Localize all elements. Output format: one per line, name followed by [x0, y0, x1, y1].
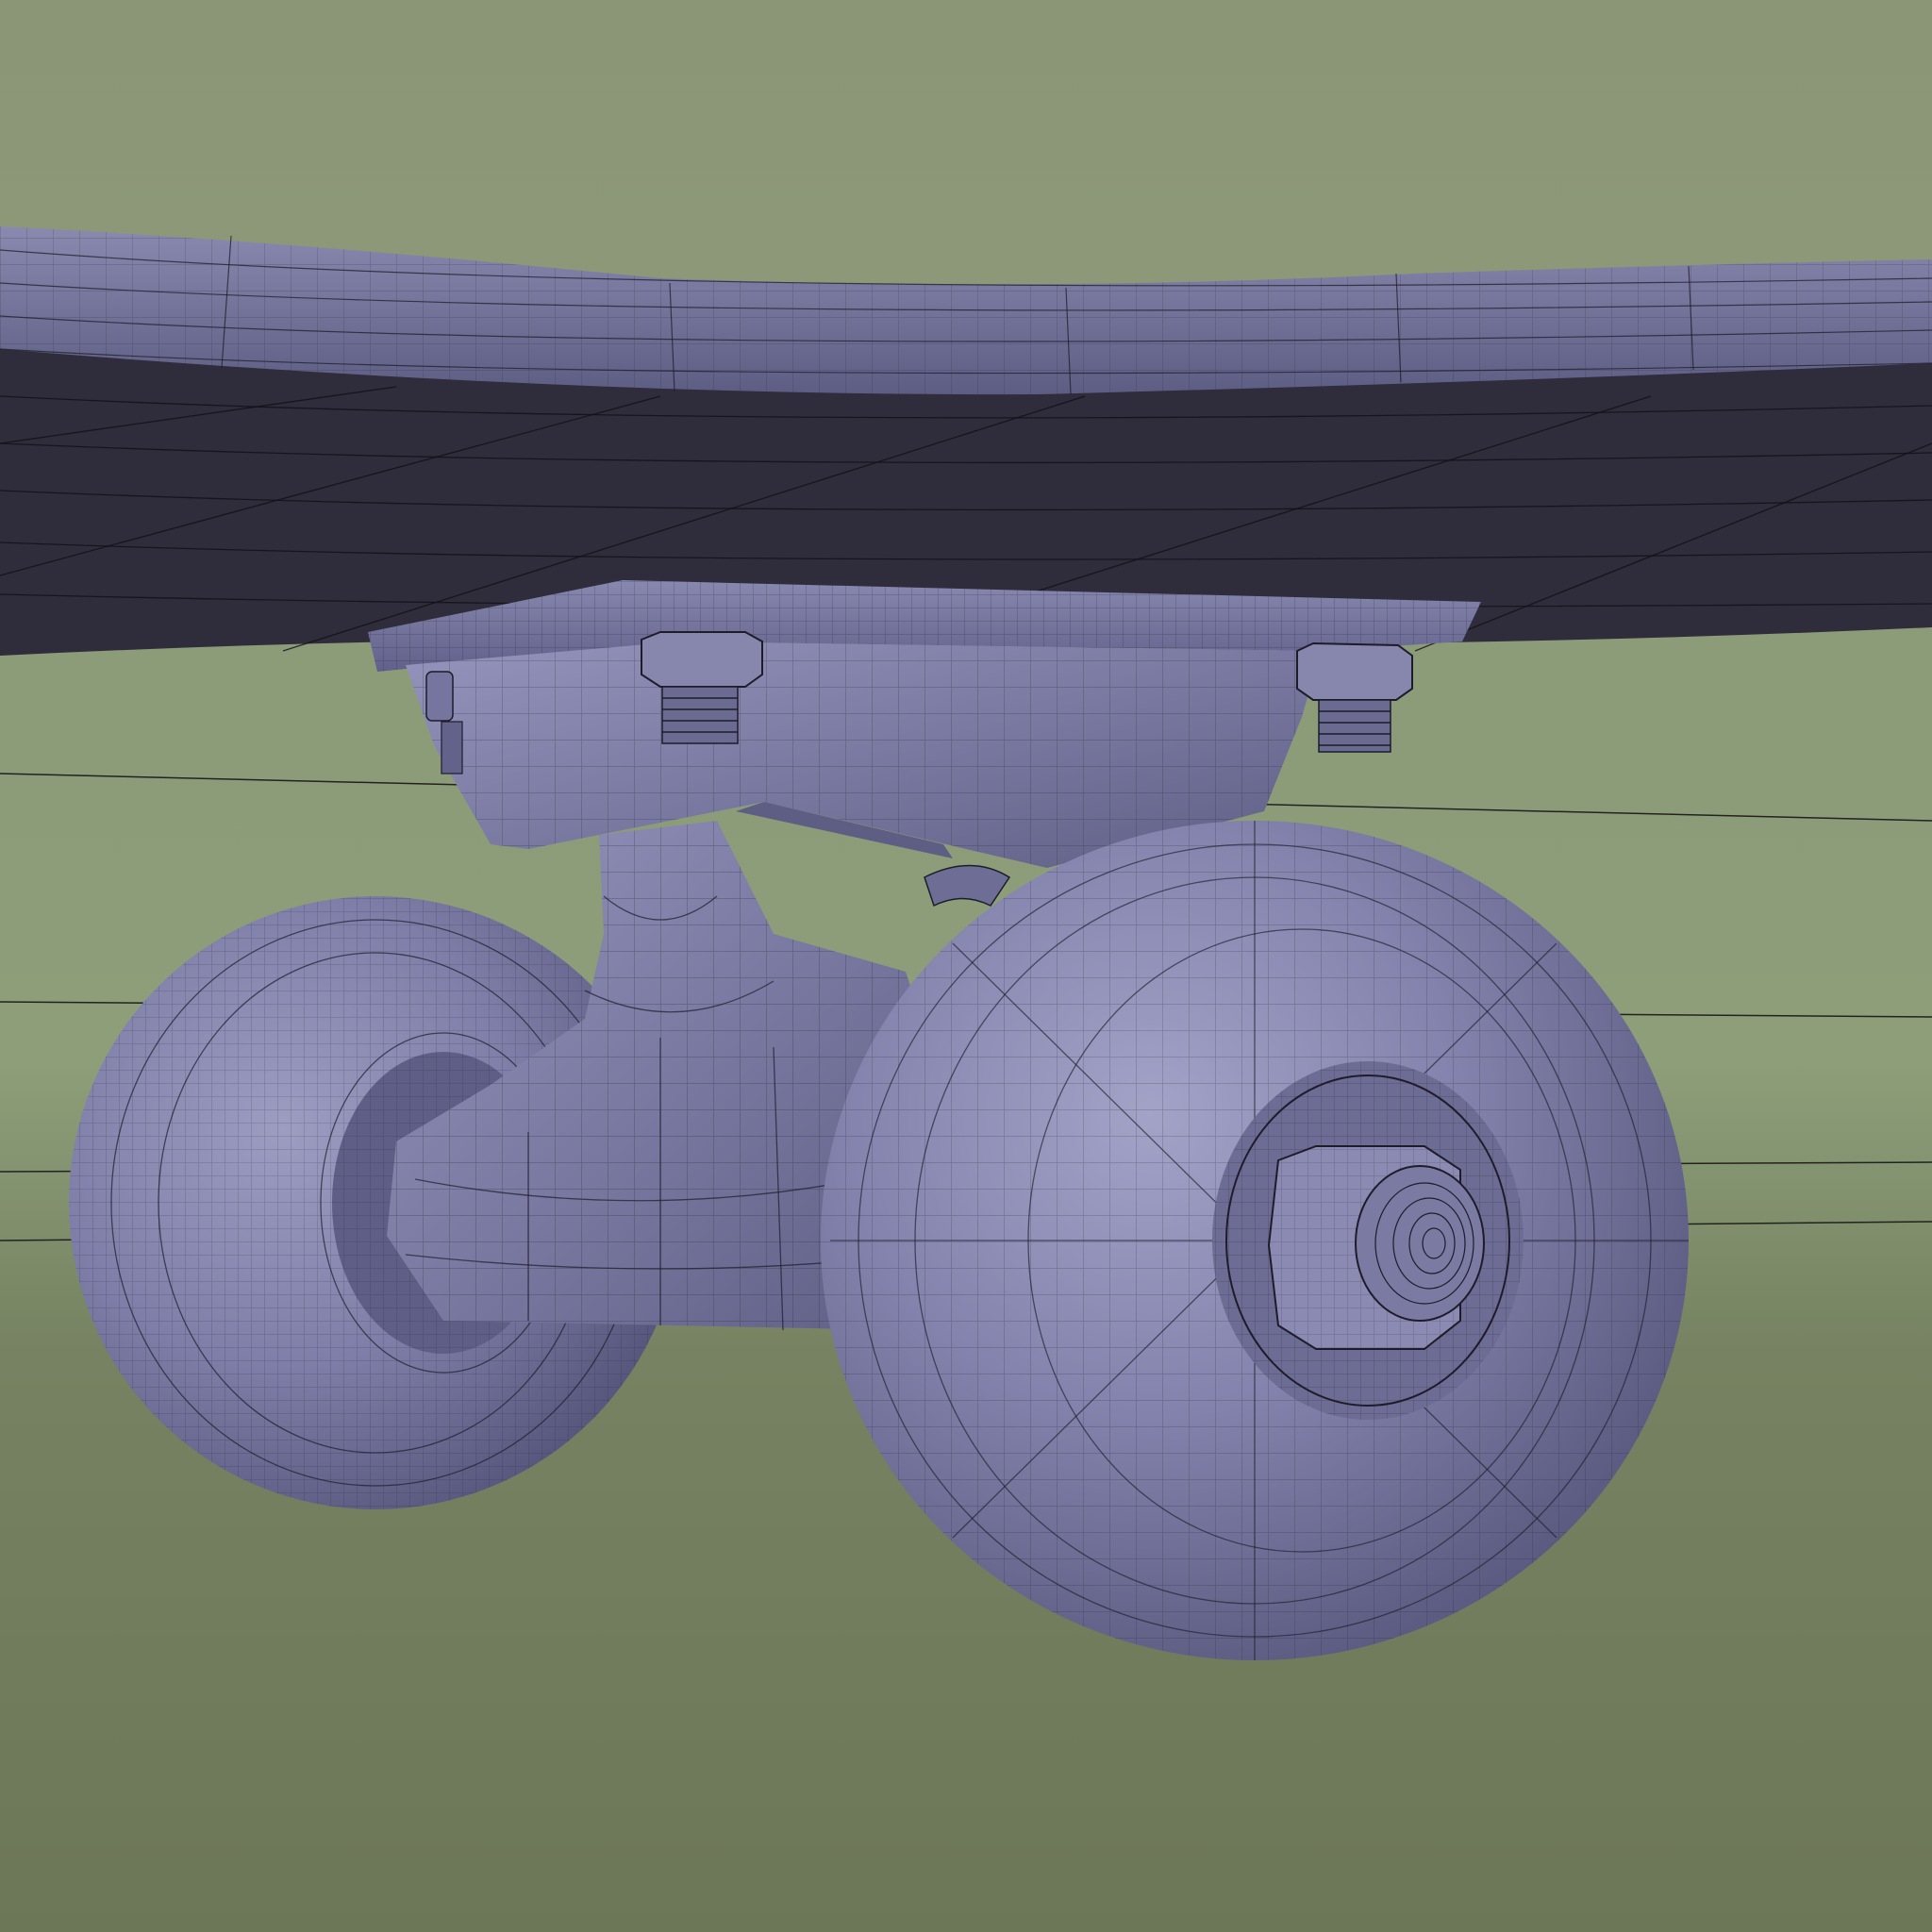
axle-nut: [1267, 1145, 1485, 1350]
3d-viewport[interactable]: [0, 0, 1932, 1932]
right-wheel: [821, 821, 1689, 1660]
wireframe-render: [0, 0, 1932, 1932]
